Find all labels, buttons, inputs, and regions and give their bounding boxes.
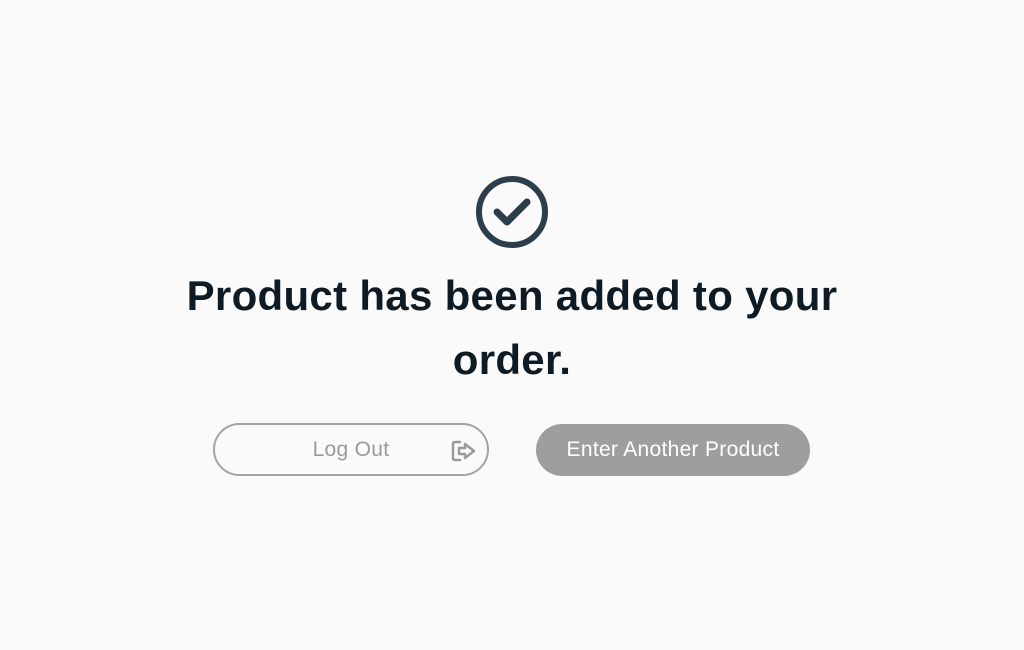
logout-icon [451,440,477,462]
confirmation-page: Product has been added to your order. Lo… [0,0,1024,650]
check-circle-icon [475,175,549,249]
log-out-button[interactable]: Log Out [213,423,489,476]
log-out-label: Log Out [312,437,390,461]
confirmation-message: Product has been added to your order. [186,272,838,383]
enter-another-product-button[interactable]: Enter Another Product [536,424,810,476]
